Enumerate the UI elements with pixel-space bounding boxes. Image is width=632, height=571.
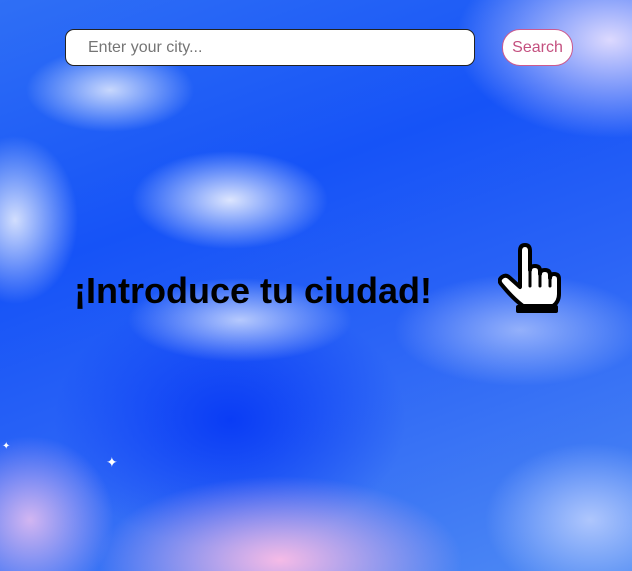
pointing-hand-icon xyxy=(498,243,561,313)
sparkle-icon: ✦ xyxy=(2,441,11,452)
prompt-heading: ¡Introduce tu ciudad! xyxy=(74,270,432,311)
prompt-row: ¡Introduce tu ciudad! xyxy=(74,240,574,320)
search-bar: Search xyxy=(65,29,573,66)
search-button[interactable]: Search xyxy=(502,29,573,66)
sparkle-icon: ✦ xyxy=(106,454,118,470)
city-search-input[interactable] xyxy=(65,29,475,66)
